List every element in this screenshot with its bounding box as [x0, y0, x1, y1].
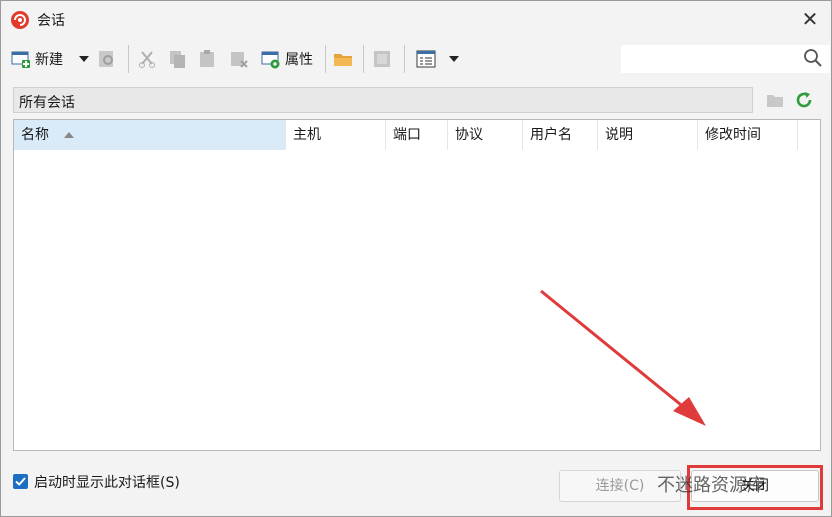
session-dialog: 会话 ✕ 新建 属性 所有会话 名称 主机 端口 协议 用户名 说明 修改时间 … — [0, 0, 832, 517]
annotation-arrow — [540, 289, 706, 426]
